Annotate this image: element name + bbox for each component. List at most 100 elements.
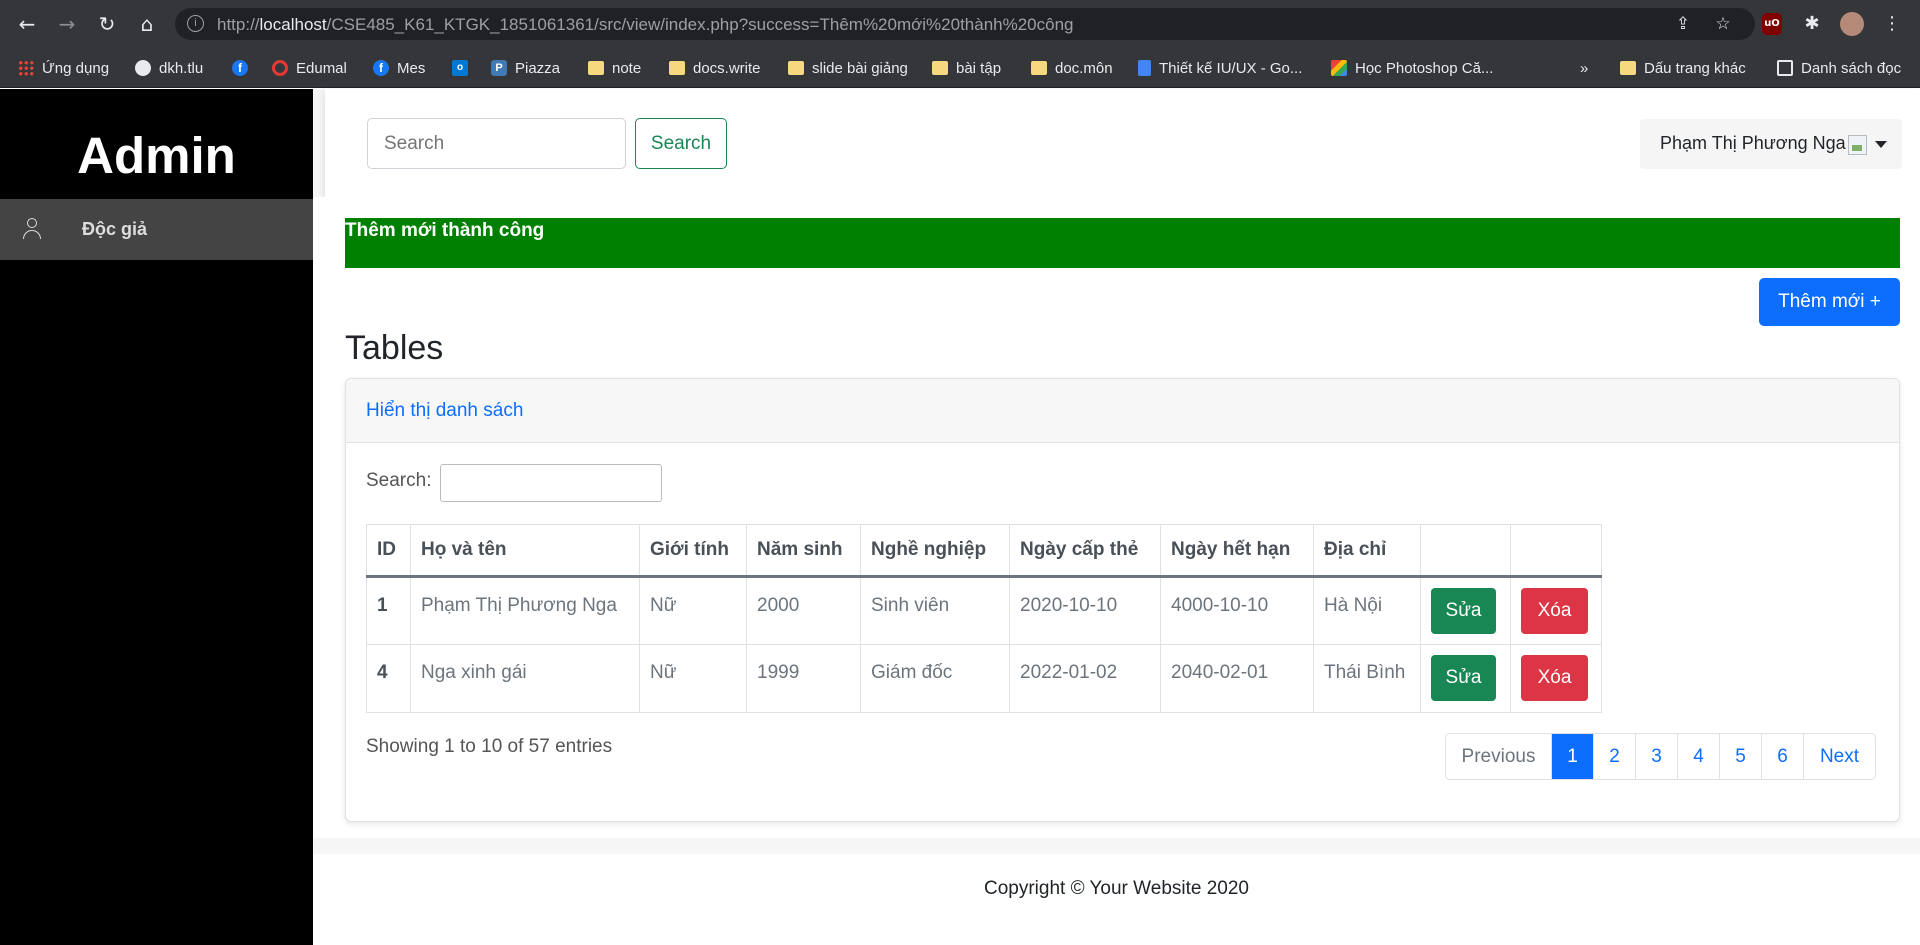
page-content: Thêm mới thành công Thêm mới + Tables Hi… xyxy=(313,197,1920,838)
bookmark-piazza[interactable]: P Piazza xyxy=(491,57,560,79)
sidebar-item-doc-gia[interactable]: Độc giả xyxy=(0,199,313,260)
column-header-name[interactable]: Họ và tên xyxy=(410,524,640,578)
pagination-previous[interactable]: Previous xyxy=(1446,734,1551,779)
caret-down-icon xyxy=(1875,141,1887,148)
address-bar[interactable]: i http://localhost/CSE485_K61_KTGK_18510… xyxy=(175,8,1755,40)
table-search-input[interactable] xyxy=(440,464,662,502)
bookmark-mes[interactable]: f Mes xyxy=(373,57,425,79)
column-header-edit[interactable] xyxy=(1420,524,1511,578)
top-navbar: Search Phạm Thị Phương Nga xyxy=(325,89,1920,197)
ublock-origin-icon[interactable]: uO xyxy=(1762,13,1782,35)
bookmark-facebook[interactable]: f xyxy=(232,57,256,79)
sidebar-item-label: Độc giả xyxy=(82,219,148,239)
folder-icon xyxy=(669,61,685,75)
bookmark-outlook[interactable]: o xyxy=(452,57,476,79)
forward-arrow-icon[interactable]: → xyxy=(55,12,79,36)
pagination-page-5[interactable]: 5 xyxy=(1719,734,1761,779)
delete-button[interactable]: Xóa xyxy=(1521,588,1588,634)
cell-occupation: Sinh viên xyxy=(860,576,1010,645)
cell-issue-date: 2020-10-10 xyxy=(1009,576,1161,645)
cell-birth-year: 1999 xyxy=(746,644,861,713)
pagination-page-6[interactable]: 6 xyxy=(1761,734,1803,779)
edumal-icon xyxy=(272,60,288,76)
user-dropdown[interactable]: Phạm Thị Phương Nga xyxy=(1640,119,1902,169)
pagination-page-4[interactable]: 4 xyxy=(1677,734,1719,779)
bookmark-hoc-photoshop[interactable]: Học Photoshop Că... xyxy=(1331,57,1493,79)
bookmark-dkh-tlu[interactable]: dkh.tlu xyxy=(135,57,203,79)
main-area: Search Phạm Thị Phương Nga Thêm mới thàn… xyxy=(313,89,1920,945)
bookmark-thiet-ke-uiux[interactable]: Thiết kế IU/UX - Go... xyxy=(1138,57,1302,79)
column-header-occupation[interactable]: Nghề nghiệp xyxy=(860,524,1010,578)
brand-title[interactable]: Admin xyxy=(0,126,313,185)
bookmarks-overflow-chevron[interactable]: » xyxy=(1580,57,1588,79)
profile-avatar-icon[interactable] xyxy=(1840,12,1864,36)
column-header-issue-date[interactable]: Ngày cấp thẻ xyxy=(1009,524,1161,578)
reading-list-icon xyxy=(1777,60,1793,76)
folder-icon xyxy=(788,61,804,75)
card-header: Hiển thị danh sách xyxy=(346,379,1899,443)
apps-grid-icon xyxy=(18,60,34,76)
back-arrow-icon[interactable]: ← xyxy=(15,12,39,36)
browser-menu-icon[interactable]: ⋮ xyxy=(1880,12,1904,36)
cell-birth-year: 2000 xyxy=(746,576,861,645)
search-input[interactable] xyxy=(367,118,626,169)
share-icon[interactable]: ⇪ xyxy=(1672,13,1694,35)
edit-button[interactable]: Sửa xyxy=(1431,655,1496,701)
folder-icon xyxy=(588,61,604,75)
url-text[interactable]: http://localhost/CSE485_K61_KTGK_1851061… xyxy=(217,15,1074,35)
facebook-icon: f xyxy=(232,60,248,76)
pagination-page-3[interactable]: 3 xyxy=(1635,734,1677,779)
cell-expiry-date: 2040-02-01 xyxy=(1160,644,1314,713)
user-icon xyxy=(22,218,42,240)
delete-button[interactable]: Xóa xyxy=(1521,655,1588,701)
bookmark-doc-mon[interactable]: doc.môn xyxy=(1031,57,1113,79)
table-info: Showing 1 to 10 of 57 entries xyxy=(366,736,613,757)
table-card: Hiển thị danh sách Search: ID Họ và tên … xyxy=(345,378,1900,822)
edit-button[interactable]: Sửa xyxy=(1431,588,1496,634)
bookmark-note[interactable]: note xyxy=(588,57,641,79)
bookmark-other[interactable]: Dấu trang khác xyxy=(1620,57,1746,79)
globe-icon xyxy=(135,60,151,76)
cell-address: Hà Nội xyxy=(1313,576,1421,645)
page-title: Tables xyxy=(345,329,444,367)
card-title[interactable]: Hiển thị danh sách xyxy=(366,400,523,422)
search-button[interactable]: Search xyxy=(635,118,727,169)
outlook-icon: o xyxy=(452,60,468,76)
add-new-button[interactable]: Thêm mới + xyxy=(1759,278,1900,326)
site-info-icon[interactable]: i xyxy=(187,15,204,32)
bookmark-edumal[interactable]: Edumal xyxy=(272,57,347,79)
pagination-next[interactable]: Next xyxy=(1803,734,1875,779)
home-icon[interactable]: ⌂ xyxy=(135,12,159,36)
cell-name: Nga xinh gái xyxy=(410,644,640,713)
cell-name: Phạm Thị Phương Nga xyxy=(410,576,640,645)
bookmark-star-icon[interactable]: ☆ xyxy=(1712,13,1734,35)
cell-id: 4 xyxy=(366,644,411,713)
cell-id: 1 xyxy=(366,576,411,645)
bookmarks-bar: Ứng dụng dkh.tlu f Edumal f Mes o P Piazza… xyxy=(0,48,1920,88)
pagination-page-1[interactable]: 1 xyxy=(1551,734,1593,779)
cell-issue-date: 2022-01-02 xyxy=(1009,644,1161,713)
bookmark-slide-bai-giang[interactable]: slide bài giảng xyxy=(788,57,908,79)
column-header-birth-year[interactable]: Năm sinh xyxy=(746,524,861,578)
reload-icon[interactable]: ↻ xyxy=(95,12,119,36)
column-header-gender[interactable]: Giới tính xyxy=(639,524,747,578)
extensions-puzzle-icon[interactable]: ✱ xyxy=(1800,12,1824,36)
facebook-icon: f xyxy=(373,60,389,76)
cell-gender: Nữ xyxy=(639,644,747,713)
column-header-id[interactable]: ID xyxy=(366,524,411,578)
column-header-delete[interactable] xyxy=(1510,524,1602,578)
bookmark-docs-write[interactable]: docs.write xyxy=(669,57,761,79)
bookmark-apps[interactable]: Ứng dụng xyxy=(18,57,109,79)
column-header-address[interactable]: Địa chỉ xyxy=(1313,524,1421,578)
pagination-page-2[interactable]: 2 xyxy=(1593,734,1635,779)
readers-table: ID Họ và tên Giới tính Năm sinh Nghề ngh… xyxy=(366,524,1602,713)
table-row: 4 Nga xinh gái Nữ 1999 Giám đốc 2022-01-… xyxy=(366,644,1602,713)
alert-message: Thêm mới thành công xyxy=(345,220,545,241)
user-name: Phạm Thị Phương Nga xyxy=(1660,133,1846,153)
cell-occupation: Giám đốc xyxy=(860,644,1010,713)
bookmark-bai-tap[interactable]: bài tập xyxy=(932,57,1001,79)
cell-edit: Sửa xyxy=(1420,576,1511,645)
column-header-expiry-date[interactable]: Ngày hết hạn xyxy=(1160,524,1314,578)
reading-list[interactable]: Danh sách đọc xyxy=(1777,57,1901,79)
browser-toolbar: ← → ↻ ⌂ i http://localhost/CSE485_K61_KT… xyxy=(0,0,1920,48)
